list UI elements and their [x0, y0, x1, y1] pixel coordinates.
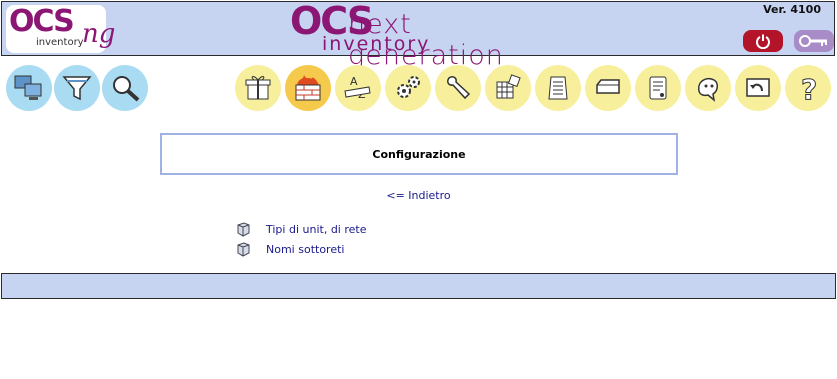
footer-bar [1, 273, 836, 299]
list-item-network-types[interactable]: Tipi di unit, di rete [235, 221, 366, 237]
list-item-subnet-names[interactable]: Nomi sottoreti [235, 241, 344, 257]
svg-text:?: ? [801, 73, 817, 103]
cube-icon [237, 222, 250, 237]
card-icon[interactable] [585, 65, 631, 111]
main-toolbar: AZ ? [0, 62, 837, 114]
logo-ng-text: ng [82, 19, 116, 49]
certificate-icon[interactable] [635, 65, 681, 111]
wrench-icon[interactable] [435, 65, 481, 111]
menu-item-label[interactable]: Nomi sottoreti [266, 243, 344, 256]
banner-inventory-text: inventory [322, 33, 431, 55]
page-title: Configurazione [372, 147, 466, 161]
restore-icon[interactable] [735, 65, 781, 111]
logo-inventory-text: inventory [36, 37, 84, 48]
svg-text:A: A [350, 75, 358, 88]
logo-ocs-text: OCS [9, 4, 75, 39]
page-title-box: Configurazione [160, 133, 678, 175]
software-icon[interactable] [485, 65, 531, 111]
helpdesk-icon[interactable] [685, 65, 731, 111]
logout-button[interactable] [743, 30, 783, 52]
key-icon [799, 35, 827, 47]
gift-icon[interactable] [235, 65, 281, 111]
help-icon[interactable]: ? [785, 65, 831, 111]
firewall-icon[interactable] [285, 65, 331, 111]
cube-icon [237, 242, 250, 257]
computers-icon[interactable] [6, 65, 52, 111]
version-label: Ver. 4100 [763, 3, 821, 16]
menu-item-label[interactable]: Tipi di unit, di rete [266, 223, 366, 236]
ocs-banner-logo: OCS next generation inventory [290, 0, 570, 71]
header-bar: OCS ng inventory OCS next generation inv… [1, 0, 835, 71]
gears-icon[interactable] [385, 65, 431, 111]
preferences-key-button[interactable] [794, 30, 834, 52]
power-icon [756, 34, 770, 49]
search-icon[interactable] [102, 65, 148, 111]
documents-icon[interactable] [535, 65, 581, 111]
dictionary-icon[interactable]: AZ [335, 65, 381, 111]
back-link[interactable]: <= Indietro [0, 189, 837, 202]
filter-icon[interactable] [54, 65, 100, 111]
ocs-logo[interactable]: OCS ng inventory [6, 4, 115, 53]
